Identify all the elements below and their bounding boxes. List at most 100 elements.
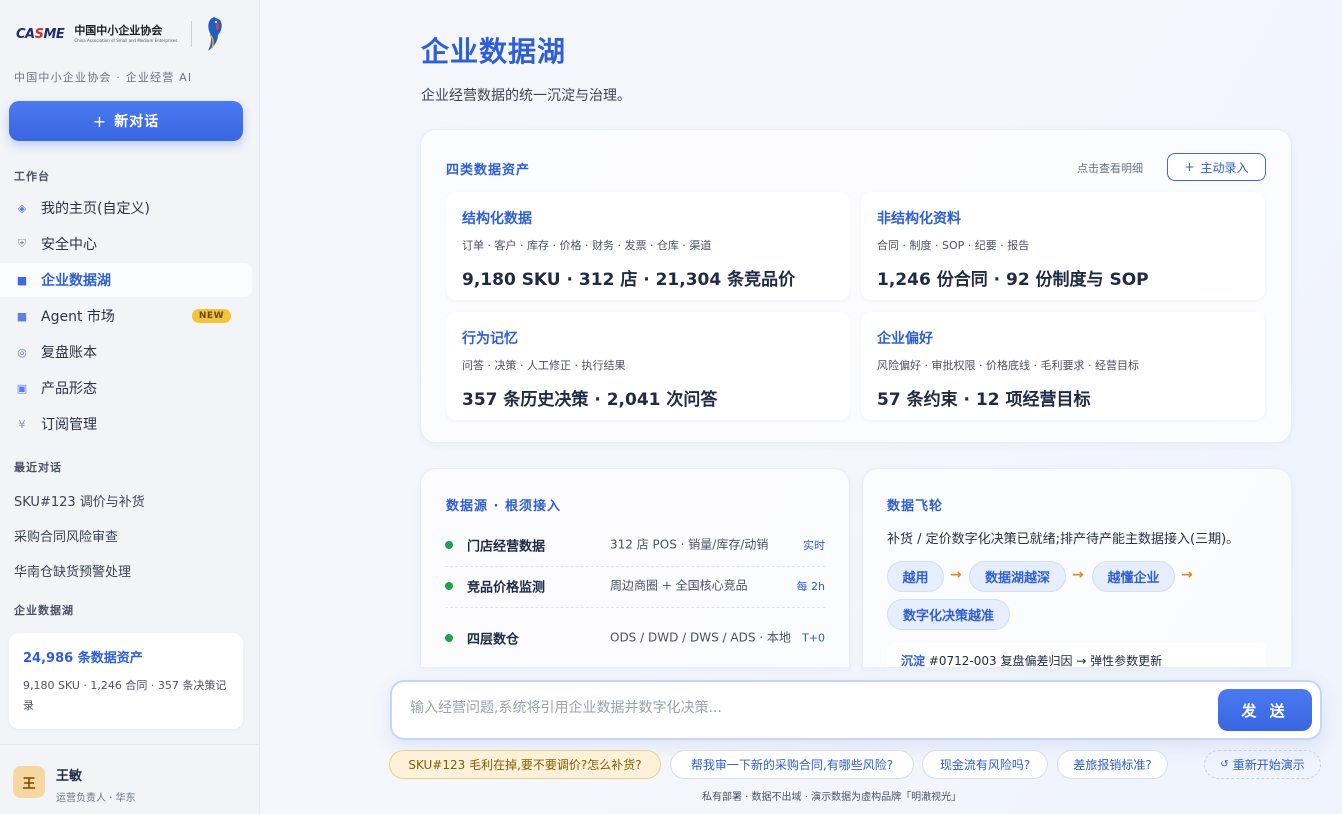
sidebar-item-label: 企业数据湖 — [41, 273, 111, 289]
asset-card-tags: 风险偏好 · 审批权限 · 价格底线 · 毛利要求 · 经营目标 — [877, 359, 1139, 372]
casme-logo: CASME — [16, 26, 65, 42]
source-row[interactable]: 门店经营数据 312 店 POS · 销量/库存/动销 实时 — [445, 525, 825, 565]
manual-entry-button[interactable]: + 主动录入 — [1167, 153, 1266, 181]
sidebar-item-label: 订阅管理 — [41, 417, 97, 433]
asset-card-tags: 订单 · 客户 · 库存 · 价格 · 财务 · 发票 · 仓库 · 渠道 — [462, 239, 712, 252]
lake-section-title: 企业数据湖 — [14, 604, 74, 617]
live-status-dot — [445, 582, 453, 590]
asset-card-stat: 57 条约束 · 12 项经营目标 — [877, 390, 1091, 410]
org-name-en: China Association of Small and Medium En… — [74, 38, 178, 43]
asset-card-stat: 357 条历史决策 · 2,041 次问答 — [462, 390, 718, 410]
org-name: 中国中小企业协会 — [74, 24, 163, 37]
target-icon: ◎ — [17, 345, 27, 359]
assets-panel-title: 四类数据资产 — [446, 163, 531, 178]
plus-icon: + — [92, 111, 108, 131]
page-title: 企业数据湖 — [421, 35, 567, 68]
arrow-right-icon: → — [1181, 567, 1193, 583]
data-lake-summary-card[interactable]: 24,986 条数据资产 9,180 SKU · 1,246 合同 · 357 … — [9, 633, 243, 729]
sidebar-item-review-ledger[interactable]: ◎ 复盘账本 — [0, 335, 252, 369]
source-row[interactable]: 四层数仓 ODS / DWD / DWS / ADS · 本地 T+0 — [445, 614, 825, 662]
source-row[interactable]: 竞品价格监测 周边商圈 + 全国核心竞品 每 2h — [445, 566, 825, 606]
recent-chat-item[interactable]: 华南仓缺货预警处理 — [14, 561, 131, 580]
refresh-icon: ↺ — [1220, 759, 1229, 770]
arrow-right-icon: → — [950, 567, 962, 583]
flywheel-panel-title: 数据飞轮 — [887, 499, 944, 514]
sidebar-item-product-form[interactable]: ▣ 产品形态 — [0, 371, 252, 405]
logo-divider — [191, 21, 193, 47]
source-desc: 312 店 POS · 销量/库存/动销 — [610, 537, 769, 552]
sidebar-item-label: 我的主页(自定义) — [41, 201, 150, 217]
asset-card-behavior-memory[interactable]: 行为记忆 问答 · 决策 · 人工修正 · 执行结果 357 条历史决策 · 2… — [446, 312, 850, 420]
arrow-right-icon: → — [1072, 567, 1084, 583]
flywheel-step: 数据湖越深 — [969, 561, 1066, 592]
new-chat-button[interactable]: + 新对话 — [9, 101, 243, 141]
quick-prompt-button[interactable]: SKU#123 毛利在掉,要不要调价?怎么补货? — [389, 750, 661, 779]
deposit-key: 沉淀 — [901, 654, 926, 667]
live-status-dot — [445, 541, 453, 549]
asset-card-unstructured[interactable]: 非结构化资料 合同 · 制度 · SOP · 纪要 · 报告 1,246 份合同… — [861, 192, 1265, 300]
sidebar: CASME 中国中小企业协会 China Association of Smal… — [0, 0, 260, 814]
user-role: 运营负责人 · 华东 — [56, 793, 136, 804]
asset-card-stat: 1,246 份合同 · 92 份制度与 SOP — [877, 270, 1149, 290]
live-status-dot — [445, 634, 453, 642]
workspace-section-title: 工作台 — [14, 170, 50, 183]
divider — [0, 744, 259, 745]
user-name: 王敏 — [56, 769, 83, 784]
quick-prompt-button[interactable]: 现金流有风险吗? — [922, 750, 1048, 779]
send-button[interactable]: 发 送 — [1218, 689, 1312, 731]
recent-chat-item[interactable]: SKU#123 调价与补货 — [14, 491, 145, 510]
asset-card-name: 结构化数据 — [462, 211, 532, 227]
new-chat-label: 新对话 — [114, 114, 160, 130]
lake-card-headline: 24,986 条数据资产 — [23, 651, 143, 666]
brand-caption: 中国中小企业协会 · 企业经营 AI — [14, 71, 193, 84]
recent-section-title: 最近对话 — [14, 461, 62, 474]
manual-entry-label: 主动录入 — [1200, 160, 1249, 175]
page-subtitle: 企业经营数据的统一沉淀与治理。 — [421, 88, 631, 104]
sidebar-item-label: 复盘账本 — [41, 345, 97, 361]
source-name: 竞品价格监测 — [467, 580, 546, 596]
asset-card-name: 非结构化资料 — [877, 211, 961, 227]
shield-icon: ⛨ — [17, 237, 27, 250]
sidebar-item-agent-market[interactable]: ■ Agent 市场 NEW — [0, 299, 252, 333]
sidebar-item-subscription[interactable]: ¥ 订阅管理 — [0, 407, 252, 441]
yen-icon: ¥ — [18, 417, 26, 431]
recent-chat-item[interactable]: 采购合同风险审查 — [14, 526, 118, 545]
sidebar-item-home[interactable]: ◈ 我的主页(自定义) — [0, 191, 252, 225]
sidebar-item-data-lake[interactable]: ■ 企业数据湖 — [0, 263, 252, 297]
restart-demo-button[interactable]: ↺ 重新开始演示 — [1204, 750, 1321, 779]
quick-prompt-button[interactable]: 帮我审一下新的采购合同,有哪些风险? — [670, 750, 914, 779]
lake-card-detail: 9,180 SKU · 1,246 合同 · 357 条决策记录 — [23, 679, 227, 712]
chat-input[interactable] — [410, 700, 1190, 716]
new-badge: NEW — [191, 309, 231, 323]
box-icon: ▣ — [16, 381, 28, 395]
asset-card-structured[interactable]: 结构化数据 订单 · 客户 · 库存 · 价格 · 财务 · 发票 · 仓库 ·… — [446, 192, 850, 300]
asset-card-tags: 问答 · 决策 · 人工修正 · 执行结果 — [462, 359, 626, 372]
flywheel-status-text: 补货 / 定价数字化决策已就绪;排产待产能主数据接入(三期)。 — [887, 532, 1240, 547]
deposit-text: #0712-003 复盘偏差归因 → 弹性参数更新 — [928, 654, 1163, 667]
flywheel-step: 数字化决策越准 — [887, 599, 1010, 630]
asset-card-tags: 合同 · 制度 · SOP · 纪要 · 报告 — [877, 239, 1030, 252]
asset-card-stat: 9,180 SKU · 312 店 · 21,304 条竞品价 — [462, 270, 796, 290]
diamond-icon: ◈ — [17, 201, 27, 215]
source-frequency: 实时 — [803, 539, 825, 552]
assets-hint: 点击查看明细 — [1077, 162, 1143, 175]
avatar[interactable]: 王 — [13, 766, 45, 798]
asset-card-name: 行为记忆 — [462, 331, 518, 347]
source-frequency: 每 2h — [796, 580, 825, 593]
flywheel-step: 越懂企业 — [1092, 561, 1175, 592]
source-name: 四层数仓 — [467, 632, 520, 648]
source-desc: ODS / DWD / DWS / ADS · 本地 — [610, 630, 791, 645]
sidebar-item-security[interactable]: ⛨ 安全中心 — [0, 227, 252, 261]
divider — [445, 607, 825, 608]
restart-demo-label: 重新开始演示 — [1232, 758, 1305, 772]
sidebar-item-label: 安全中心 — [41, 237, 97, 253]
bird-logo-icon — [208, 17, 223, 51]
asset-card-name: 企业偏好 — [877, 331, 933, 347]
sources-panel-title: 数据源 · 根须接入 — [446, 499, 561, 514]
deposit-log: 沉淀 #0712-003 复盘偏差归因 → 弹性参数更新 — [887, 643, 1266, 667]
quick-prompt-button[interactable]: 差旅报销标准? — [1057, 750, 1168, 779]
asset-card-preferences[interactable]: 企业偏好 风险偏好 · 审批权限 · 价格底线 · 毛利要求 · 经营目标 57… — [861, 312, 1265, 420]
source-desc: 周边商圈 + 全国核心竞品 — [610, 578, 748, 593]
square-icon: ■ — [16, 273, 28, 287]
brand-logo: CASME 中国中小企业协会 China Association of Smal… — [16, 14, 226, 54]
